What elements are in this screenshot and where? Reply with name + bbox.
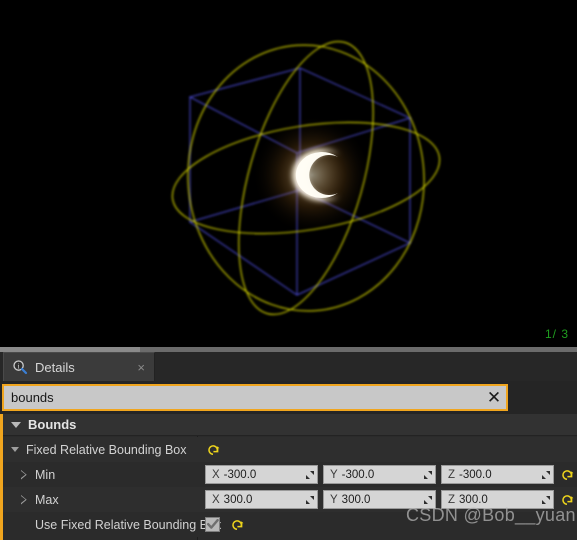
max-y-value: 300.0 (341, 493, 371, 506)
property-name-cell: Use Fixed Relative Bounding Box (3, 512, 221, 537)
property-value-cell (197, 437, 577, 462)
property-name-cell: Max (3, 487, 197, 512)
axis-label-z: Z (448, 468, 456, 481)
property-value-cell: X -300.0 Y -300.0 Z -300.0 (197, 462, 577, 487)
category-name-cell: Bounds (3, 414, 197, 435)
search-field-wrapper[interactable]: ✕ (2, 384, 508, 411)
axis-label-y: Y (330, 493, 338, 506)
min-z-value: -300.0 (459, 468, 492, 481)
min-z-field[interactable]: Z -300.0 (441, 465, 554, 484)
category-row-bounds[interactable]: Bounds (3, 414, 577, 436)
property-label: Use Fixed Relative Bounding Box (35, 517, 222, 532)
property-value-cell: X 300.0 Y 300.0 Z 300.0 (197, 487, 577, 512)
property-name-cell: Fixed Relative Bounding Box (3, 437, 197, 462)
tab-details[interactable]: i Details × (3, 352, 155, 381)
tab-close-icon[interactable]: × (134, 361, 148, 374)
property-label: Max (35, 492, 59, 507)
viewport-wireframe-render (171, 41, 441, 315)
min-x-value: -300.0 (223, 468, 257, 481)
drag-handle-icon[interactable] (421, 495, 435, 505)
viewport-3d[interactable]: 1/ 3 (0, 0, 577, 347)
reset-to-default-icon[interactable] (561, 468, 574, 481)
panel-tab-bar: i Details × (0, 352, 577, 382)
unreal-editor-window: 1/ 3 i Details × ✕ (0, 0, 577, 540)
search-input[interactable] (4, 386, 482, 409)
property-label: Min (35, 467, 56, 482)
drag-handle-icon[interactable] (303, 495, 317, 505)
vector-expander-icon[interactable] (21, 470, 27, 480)
tab-details-label: Details (35, 359, 75, 375)
drag-handle-icon[interactable] (539, 470, 553, 480)
axis-label-z: Z (448, 493, 456, 506)
min-x-field[interactable]: X -300.0 (205, 465, 318, 484)
property-row-min[interactable]: Min X -300.0 Y -300.0 Z -300.0 (3, 462, 577, 487)
property-row-use-fixed-relative-bounding-box[interactable]: Use Fixed Relative Bounding Box (3, 512, 577, 537)
category-label: Bounds (28, 417, 77, 432)
details-search-row: ✕ (0, 381, 577, 414)
max-z-field[interactable]: Z 300.0 (441, 490, 554, 509)
property-name-cell: Min (3, 462, 197, 487)
reset-to-default-icon[interactable] (561, 493, 574, 506)
viewport-frame-counter: 1/ 3 (544, 327, 569, 341)
max-x-value: 300.0 (223, 493, 253, 506)
vector-expander-icon[interactable] (21, 495, 27, 505)
max-y-field[interactable]: Y 300.0 (323, 490, 436, 509)
axis-label-x: X (212, 468, 220, 481)
drag-handle-icon[interactable] (303, 470, 317, 480)
property-label: Fixed Relative Bounding Box (26, 442, 187, 457)
svg-text:i: i (18, 362, 20, 370)
property-value-cell (197, 512, 577, 537)
min-y-field[interactable]: Y -300.0 (323, 465, 436, 484)
checkmark-icon (206, 519, 219, 529)
details-property-tree: Bounds Fixed Relative Bounding Box Min X… (0, 414, 577, 540)
max-z-value: 300.0 (459, 493, 488, 506)
details-search-info-icon: i (12, 359, 28, 375)
category-expander-icon[interactable] (11, 421, 21, 428)
reset-to-default-icon[interactable] (207, 443, 220, 456)
clear-search-icon[interactable]: ✕ (482, 386, 506, 409)
drag-handle-icon[interactable] (421, 470, 435, 480)
axis-label-x: X (212, 493, 220, 506)
max-x-field[interactable]: X 300.0 (205, 490, 318, 509)
property-row-max[interactable]: Max X 300.0 Y 300.0 Z 300.0 (3, 487, 577, 512)
particle-glow (252, 115, 372, 235)
group-expander-icon[interactable] (11, 447, 19, 452)
reset-to-default-icon[interactable] (231, 518, 244, 531)
use-fixed-relative-bounding-box-checkbox[interactable] (205, 517, 220, 532)
axis-label-y: Y (330, 468, 338, 481)
min-y-value: -300.0 (341, 468, 375, 481)
drag-handle-icon[interactable] (539, 495, 553, 505)
property-row-fixed-relative-bounding-box[interactable]: Fixed Relative Bounding Box (3, 437, 577, 462)
category-value-cell (197, 414, 577, 435)
